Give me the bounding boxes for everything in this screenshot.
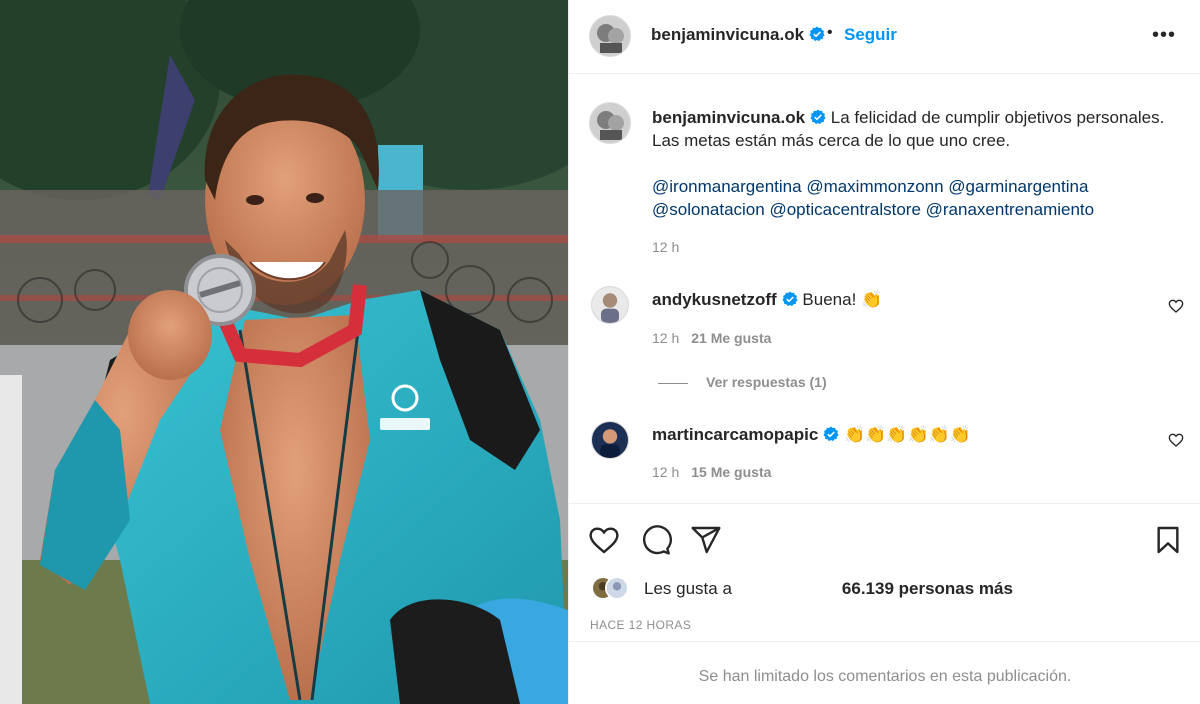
likes-text: Les gusta a 66.139 personas más [644,579,1013,599]
comment-like-heart-icon[interactable] [1168,432,1184,448]
bookmark-icon[interactable] [1152,524,1184,556]
comment-likes-count[interactable]: 21 Me gusta [691,330,771,346]
comment-meta: 12 h 15 Me gusta [652,464,771,480]
caption-timestamp[interactable]: 12 h [652,239,679,255]
verified-badge-icon [810,109,826,125]
mention-link[interactable]: @ranaxentrenamiento [926,200,1094,219]
comment-text: 👏👏👏👏👏👏 [844,425,972,444]
comment-icon[interactable] [640,524,672,556]
send-icon[interactable] [690,524,722,556]
comment-text: Buena! 👏 [802,290,883,309]
post-side-panel: benjaminvicuna.ok • Seguir ••• benjaminv… [568,0,1200,704]
likes-count[interactable]: 66.139 personas más [842,579,1013,598]
caption-mentions: @ironmanargentina @maximmonzonn @garmina… [652,175,1172,221]
heart-icon[interactable] [588,524,620,556]
mention-link[interactable]: @solonatacion [652,200,765,219]
comment-timestamp[interactable]: 12 h [652,464,679,480]
view-replies-label[interactable]: Ver respuestas (1) [706,374,827,390]
caption-author-avatar[interactable] [589,102,631,144]
follow-button[interactable]: Seguir [844,25,897,45]
comments-limited-text: Se han limitado los comentarios en esta … [698,668,1072,685]
comment-timestamp[interactable]: 12 h [652,330,679,346]
comments-limited-notice: Se han limitado los comentarios en esta … [569,641,1200,704]
view-replies-button[interactable]: Ver respuestas (1) [658,374,827,390]
commenter-avatar[interactable] [591,421,629,459]
mention-link[interactable]: @ironmanargentina [652,177,802,196]
caption-username[interactable]: benjaminvicuna.ok [652,108,805,127]
post-header: benjaminvicuna.ok • Seguir ••• [569,0,1200,74]
post-timestamp[interactable]: HACE 12 HORAS [590,618,691,632]
author-avatar[interactable] [589,15,631,57]
author-username[interactable]: benjaminvicuna.ok [651,25,825,45]
commenter-avatar[interactable] [591,286,629,324]
likes-summary[interactable]: Les gusta a 66.139 personas más [591,576,1191,602]
author-username-text[interactable]: benjaminvicuna.ok [651,25,804,44]
post-photo-illustration [0,0,568,704]
caption-text: benjaminvicuna.ok La felicidad de cumpli… [652,106,1172,152]
liker-avatar [605,576,629,600]
comment-text-line: andykusnetzoff Buena! 👏 [652,290,882,310]
verified-badge-icon [823,426,839,442]
post-photo[interactable] [0,0,568,704]
replies-divider [658,382,688,384]
post-actions-section: Les gusta a 66.139 personas más HACE 12 H… [569,503,1200,704]
mention-link[interactable]: @opticacentralstore [769,200,920,219]
commenter-username[interactable]: andykusnetzoff [652,290,777,309]
verified-badge-icon [782,291,798,307]
comment-like-heart-icon[interactable] [1168,298,1184,314]
commenter-username[interactable]: martincarcamopapic [652,425,818,444]
comment-text-line: martincarcamopapic 👏👏👏👏👏👏 [652,425,971,445]
comment-meta: 12 h 21 Me gusta [652,330,771,346]
likes-prefix: Les gusta a [644,579,732,598]
comment-likes-count[interactable]: 15 Me gusta [691,464,771,480]
header-separator: • [827,24,833,41]
mention-link[interactable]: @garminargentina [948,177,1088,196]
more-horizontal-icon[interactable]: ••• [1152,25,1176,45]
verified-badge-icon [809,26,825,42]
mention-link[interactable]: @maximmonzonn [806,177,943,196]
